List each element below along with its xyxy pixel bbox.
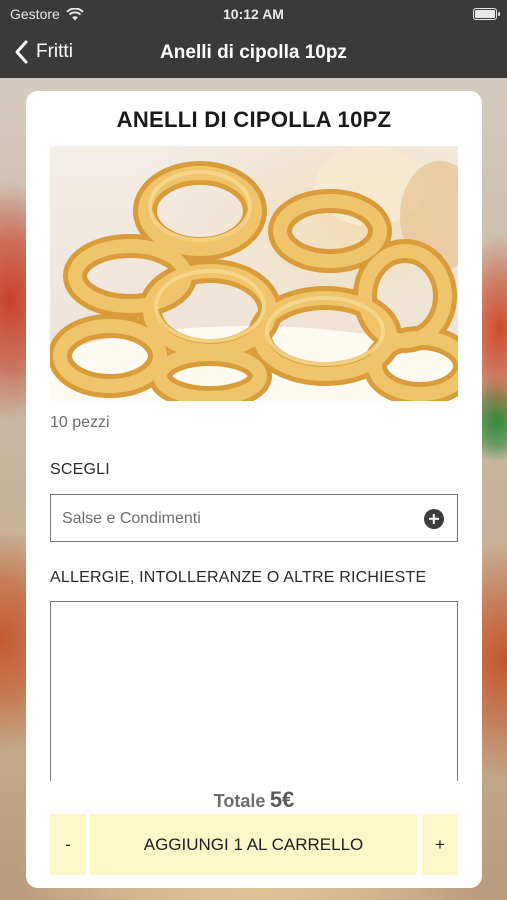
- cart-controls: - AGGIUNGI 1 AL CARRELLO +: [50, 814, 458, 875]
- status-time: 10:12 AM: [223, 6, 284, 22]
- navigation-bar: Fritti Anelli di cipolla 10pz: [0, 28, 507, 78]
- product-title: ANELLI DI CIPOLLA 10PZ: [116, 107, 392, 132]
- total-value: 5€: [269, 787, 295, 812]
- onion-rings-illustration: [50, 146, 458, 401]
- increase-quantity-button[interactable]: +: [422, 814, 458, 875]
- sauces-select-placeholder: Salse e Condimenti: [62, 510, 201, 527]
- product-description: 10 pezzi: [50, 414, 110, 431]
- decrease-quantity-button[interactable]: -: [50, 814, 86, 875]
- add-circle-icon[interactable]: [424, 509, 444, 529]
- total-display: Totale 5€: [26, 787, 482, 813]
- add-to-cart-button[interactable]: AGGIUNGI 1 AL CARRELLO: [90, 814, 417, 875]
- total-label: Totale: [213, 791, 266, 811]
- sauces-select[interactable]: Salse e Condimenti: [50, 494, 458, 542]
- notes-textarea[interactable]: [50, 601, 458, 781]
- nav-title: Anelli di cipolla 10pz: [160, 42, 347, 63]
- product-image: [50, 146, 458, 401]
- status-bar: Gestore 10:12 AM: [0, 0, 507, 28]
- choose-label: SCEGLI: [50, 461, 110, 478]
- notes-label: ALLERGIE, INTOLLERANZE O ALTRE RICHIESTE: [50, 569, 427, 586]
- product-card: ANELLI DI CIPOLLA 10PZ 10 pezzi SCEGLI S…: [26, 91, 482, 888]
- battery-icon: [473, 8, 500, 20]
